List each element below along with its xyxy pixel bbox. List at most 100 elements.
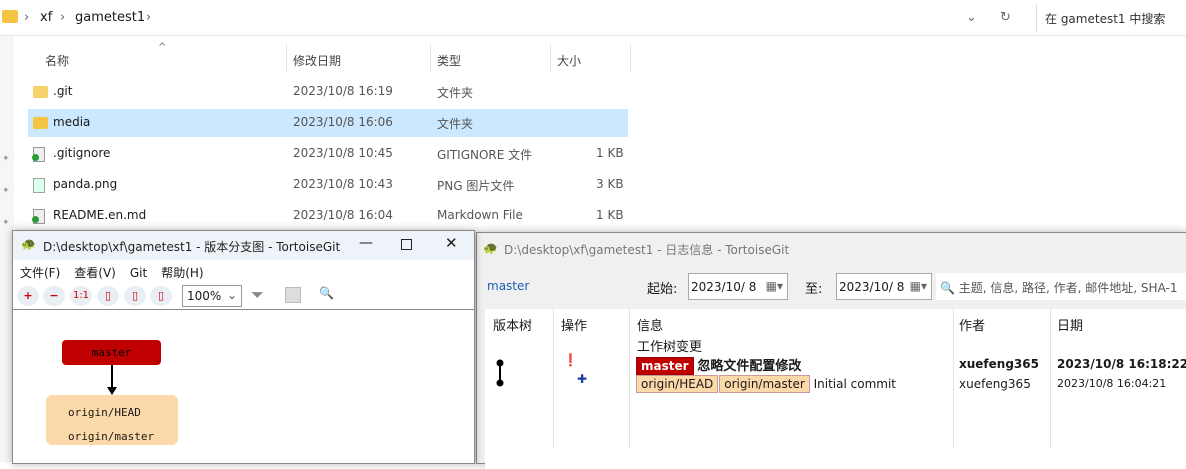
file-row[interactable]: media 2023/10/8 16:06 文件夹 (28, 109, 628, 137)
origin-master-label: origin/master (68, 430, 155, 443)
commit-author: xuefeng365 (959, 357, 1039, 371)
file-type: 文件夹 (437, 117, 474, 131)
file-type: Markdown File (437, 208, 523, 222)
commit-date: 2023/10/8 16:18:22 (1057, 357, 1186, 371)
zoom-1to1-button[interactable]: 1:1 (70, 286, 92, 306)
file-name: .git (53, 84, 73, 98)
log-table: 版本树 操作 信息 作者 日期 工作树变更 ❗ ✚ master 忽略文件配置修… (485, 309, 1186, 469)
title-bar: 🐢 D:\desktop\xf\gametest1 - 版本分支图 - Tort… (13, 231, 474, 260)
arrow-connector (107, 365, 117, 395)
file-row[interactable]: .git 2023/10/8 16:19 文件夹 (28, 78, 628, 106)
origin-master-tag: origin/master (719, 375, 810, 393)
zoom-out-button[interactable]: − (43, 286, 65, 306)
file-date: 2023/10/8 10:45 (293, 146, 393, 160)
fit-height-button[interactable]: ▯ (97, 286, 119, 306)
folder-icon (2, 10, 18, 23)
sort-arrow-icon: ^ (158, 42, 167, 53)
calendar-icon[interactable]: ▦▾ (766, 279, 783, 293)
folder-icon (33, 117, 48, 129)
file-name: README.en.md (53, 208, 147, 222)
menu-view[interactable]: 查看(V) (74, 266, 116, 280)
origin-node[interactable]: origin/HEAD origin/master (46, 395, 178, 445)
to-label: 至: (805, 282, 823, 297)
search-icon[interactable]: 🔍 (319, 286, 334, 300)
file-type: 文件夹 (437, 86, 474, 100)
file-size: 1 KB (596, 208, 624, 222)
minimize-button[interactable]: — (359, 235, 373, 251)
file-row[interactable]: panda.png 2023/10/8 10:43 PNG 图片文件 3 KB (28, 171, 628, 199)
overview-icon[interactable] (285, 287, 301, 303)
commit-date: 2023/10/8 16:04:21 (1057, 377, 1167, 390)
to-date-value: 2023/10/ 8 (839, 280, 905, 294)
master-node[interactable]: master (62, 340, 161, 365)
file-type: GITIGNORE 文件 (437, 148, 533, 162)
refresh-icon[interactable]: ↻ (1000, 10, 1011, 25)
menu-git[interactable]: Git (130, 266, 147, 280)
calendar-icon[interactable]: ▦▾ (910, 279, 927, 293)
search-icon[interactable]: 🔍 (940, 281, 955, 295)
fit-width-button[interactable]: ▯ (124, 286, 146, 306)
from-date-value: 2023/10/ 8 (691, 280, 757, 294)
modified-file-icon: ❗ (563, 353, 578, 367)
commit-row[interactable]: master 忽略文件配置修改 (636, 355, 801, 375)
commit-message: 忽略文件配置修改 (697, 359, 802, 374)
menu-file[interactable]: 文件(F) (20, 266, 60, 280)
file-date: 2023/10/8 10:43 (293, 177, 393, 191)
column-name[interactable]: 名称 (45, 52, 69, 69)
origin-head-tag: origin/HEAD (636, 375, 719, 393)
file-row[interactable]: .gitignore 2023/10/8 10:45 GITIGNORE 文件 … (28, 140, 628, 168)
zoom-value: 100% (187, 289, 222, 303)
commit-node (496, 359, 504, 367)
graph-canvas: master origin/HEAD origin/master (13, 311, 474, 463)
search-input[interactable]: 在 gametest1 中搜索 (1036, 4, 1186, 32)
fit-window-button[interactable]: ▯ (150, 286, 172, 306)
chevron-down-icon[interactable]: ⌄ (966, 10, 977, 25)
working-tree-row[interactable]: 工作树变更 (637, 336, 702, 355)
branch-link[interactable]: master (487, 279, 529, 293)
column-actions[interactable]: 操作 (561, 315, 587, 334)
from-date-picker[interactable]: 2023/10/ 8 ▦▾ (688, 273, 788, 300)
to-date-picker[interactable]: 2023/10/ 8 ▦▾ (836, 273, 932, 300)
git-file-icon (32, 147, 45, 162)
chevron-right-icon: › (60, 10, 66, 25)
column-message[interactable]: 信息 (637, 315, 663, 334)
breadcrumb-xf[interactable]: xf (40, 10, 52, 25)
file-name: panda.png (53, 177, 118, 191)
maximize-button[interactable] (401, 239, 412, 250)
column-date[interactable]: 修改日期 (293, 52, 341, 69)
filter-placeholder: 主题, 信息, 路径, 作者, 邮件地址, SHA-1 (958, 281, 1178, 295)
filter-icon[interactable]: ⏷ (251, 285, 264, 305)
git-file-icon (32, 209, 45, 224)
column-graph[interactable]: 版本树 (493, 315, 532, 334)
window-title: D:\desktop\xf\gametest1 - 版本分支图 - Tortoi… (43, 240, 341, 254)
breadcrumb-gametest1[interactable]: gametest1 (75, 10, 145, 25)
column-type[interactable]: 类型 (437, 52, 461, 69)
revision-graph-line (496, 359, 504, 387)
column-author[interactable]: 作者 (959, 315, 985, 334)
column-size[interactable]: 大小 (557, 52, 581, 69)
from-label: 起始: (647, 282, 678, 297)
pin-icon: ✦ (2, 186, 10, 196)
file-size: 3 KB (596, 177, 624, 191)
file-name: media (53, 115, 91, 129)
address-bar: › xf › gametest1 › ⌄ ↻ 在 gametest1 中搜索 (0, 0, 1186, 36)
column-date[interactable]: 日期 (1057, 315, 1083, 334)
chevron-right-icon: › (24, 10, 30, 25)
file-date: 2023/10/8 16:19 (293, 84, 393, 98)
file-name: .gitignore (53, 146, 111, 160)
chevron-right-icon: › (146, 10, 152, 25)
filter-input[interactable]: 🔍 主题, 信息, 路径, 作者, 邮件地址, SHA-1 (936, 273, 1186, 300)
zoom-select[interactable]: 100% ⌄ (182, 285, 242, 307)
menu-help[interactable]: 帮助(H) (161, 266, 203, 280)
revision-graph-window: 🐢 D:\desktop\xf\gametest1 - 版本分支图 - Tort… (12, 230, 475, 464)
file-row[interactable]: README.en.md 2023/10/8 16:04 Markdown Fi… (28, 202, 628, 230)
commit-row[interactable]: origin/HEAD origin/master Initial commit (636, 375, 896, 393)
zoom-in-button[interactable]: + (17, 286, 39, 306)
log-window: 🐢 D:\desktop\xf\gametest1 - 日志信息 - Torto… (476, 232, 1186, 469)
master-ref-tag: master (636, 357, 694, 375)
close-button[interactable]: ✕ (445, 234, 458, 252)
origin-head-label: origin/HEAD (68, 406, 141, 419)
added-file-icon: ✚ (577, 372, 588, 386)
commit-node (496, 379, 504, 387)
menu-bar: 文件(F) 查看(V) Git 帮助(H) (13, 260, 474, 282)
